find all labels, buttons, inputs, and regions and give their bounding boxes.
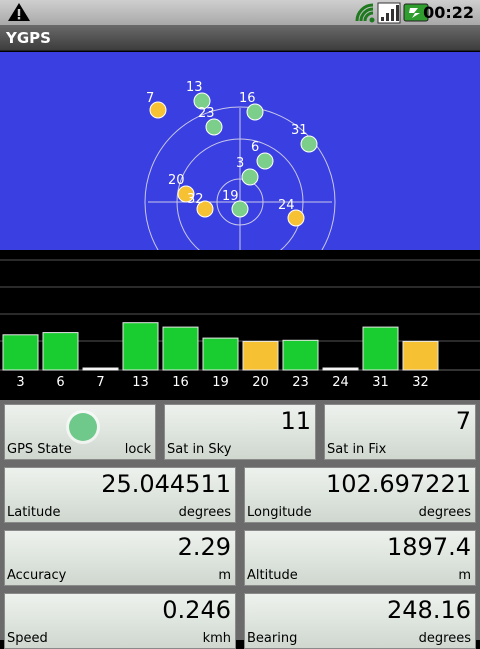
- satellite-marker: [256, 152, 274, 170]
- sat-in-sky-label: Sat in Sky: [167, 442, 232, 457]
- app-title-bar: YGPS: [0, 25, 480, 51]
- satellite-label: 31: [291, 123, 308, 138]
- snr-bar-chart: 3 6 7 13 16 19 20 23 24 31 32: [0, 259, 480, 390]
- snr-tick-label: 31: [372, 375, 389, 390]
- satellite-32: 32: [187, 192, 214, 218]
- snr-tick-label: 16: [172, 375, 189, 390]
- speed-label: Speed: [7, 631, 48, 646]
- bearing-unit: degrees: [418, 631, 471, 646]
- snr-tick-label: 7: [96, 375, 104, 390]
- satellite-marker: [246, 103, 264, 121]
- status-bar: 00:22: [0, 0, 480, 25]
- accuracy-unit: m: [218, 568, 231, 583]
- altitude-label: Altitude: [247, 568, 298, 583]
- satellite-16: 16: [239, 91, 264, 121]
- satellite-marker: [241, 168, 259, 186]
- satellite-label: 3: [236, 156, 244, 171]
- snr-bar-32: [402, 340, 439, 371]
- snr-gridlines: [0, 259, 480, 342]
- altitude-cell: 1897.4 Altitude m: [244, 530, 476, 586]
- sat-in-fix-cell: 7 Sat in Fix: [324, 404, 476, 460]
- sat-in-fix-label: Sat in Fix: [327, 442, 387, 457]
- snr-tick-label: 19: [212, 375, 229, 390]
- snr-tick-label: 23: [292, 375, 309, 390]
- snr-bar-13: [122, 322, 159, 371]
- gps-lock-indicator-icon: [66, 410, 100, 444]
- signal-icon: [377, 2, 401, 24]
- latitude-unit: degrees: [178, 505, 231, 520]
- satellite-label: 6: [251, 140, 259, 155]
- status-time: 00:22: [423, 3, 474, 22]
- satellite-7: 7: [146, 91, 167, 119]
- snr-tick-label: 6: [56, 375, 64, 390]
- longitude-cell: 102.697221 Longitude degrees: [244, 467, 476, 523]
- altitude-unit: m: [458, 568, 471, 583]
- bearing-label: Bearing: [247, 631, 298, 646]
- satellite-marker: [300, 135, 318, 153]
- snr-tick-label: 24: [332, 375, 349, 390]
- satellite-31: 31: [291, 123, 318, 153]
- accuracy-cell: 2.29 Accuracy m: [4, 530, 236, 586]
- gps-state-cell: GPS State lock: [4, 404, 156, 460]
- snr-tick-label: 32: [412, 375, 429, 390]
- gps-state-label: GPS State: [7, 442, 72, 457]
- longitude-label: Longitude: [247, 505, 312, 520]
- snr-tick-label: 20: [252, 375, 269, 390]
- gps-info-grid: GPS State lock 11 Sat in Sky 7 Sat in Fi…: [0, 400, 480, 649]
- wifi-icon: [355, 3, 375, 23]
- snr-bar-7: [82, 367, 119, 371]
- satellite-13: 13: [186, 80, 211, 110]
- satellite-6: 6: [251, 140, 274, 170]
- speed-unit: kmh: [202, 631, 231, 646]
- signal-strength-chart: 3 6 7 13 16 19 20 23 24 31 32: [0, 250, 480, 400]
- snr-bar-19: [202, 337, 239, 371]
- snr-tick-label: 3: [16, 375, 24, 390]
- snr-bar-23: [282, 339, 319, 371]
- snr-bar-6: [42, 332, 79, 371]
- sky-plot: 7 13 23 16 31 63 2032 19 24: [144, 80, 336, 298]
- latitude-label: Latitude: [7, 505, 61, 520]
- snr-bar-31: [362, 326, 399, 371]
- satellite-label: 19: [222, 189, 239, 204]
- satellite-23: 23: [198, 106, 223, 136]
- satellite-label: 32: [187, 192, 204, 207]
- longitude-value: 102.697221: [325, 470, 471, 498]
- satellite-label: 13: [186, 80, 203, 95]
- satellite-label: 23: [198, 106, 215, 121]
- longitude-unit: degrees: [418, 505, 471, 520]
- satellite-sky-view: 7 13 23 16 31 6 3 20 32 19 24: [0, 52, 480, 298]
- alert-icon: [8, 3, 30, 21]
- accuracy-value: 2.29: [177, 533, 231, 561]
- bearing-cell: 248.16 Bearing degrees: [244, 593, 476, 649]
- sat-in-sky-value: 11: [280, 407, 311, 435]
- snr-bar-16: [162, 326, 199, 371]
- snr-tick-label: 13: [132, 375, 149, 390]
- satellite-19: 19: [222, 189, 249, 218]
- snr-bar-20: [242, 340, 279, 371]
- bearing-value: 248.16: [387, 596, 471, 624]
- altitude-value: 1897.4: [387, 533, 471, 561]
- app-title: YGPS: [6, 29, 51, 47]
- sat-in-sky-cell: 11 Sat in Sky: [164, 404, 316, 460]
- accuracy-label: Accuracy: [7, 568, 67, 583]
- satellite-label: 7: [146, 91, 154, 106]
- status-icons: [8, 2, 429, 24]
- snr-bar-3: [2, 334, 39, 371]
- speed-value: 0.246: [162, 596, 231, 624]
- snr-bar-24: [322, 367, 359, 371]
- satellite-label: 16: [239, 91, 256, 106]
- latitude-value: 25.044511: [101, 470, 231, 498]
- satellite-3: 3: [236, 156, 259, 186]
- speed-cell: 0.246 Speed kmh: [4, 593, 236, 649]
- sat-in-fix-value: 7: [455, 407, 471, 435]
- satellite-label: 20: [168, 173, 185, 188]
- gps-state-value: lock: [124, 442, 151, 457]
- latitude-cell: 25.044511 Latitude degrees: [4, 467, 236, 523]
- satellite-label: 24: [278, 198, 295, 213]
- satellite-marker: [205, 118, 223, 136]
